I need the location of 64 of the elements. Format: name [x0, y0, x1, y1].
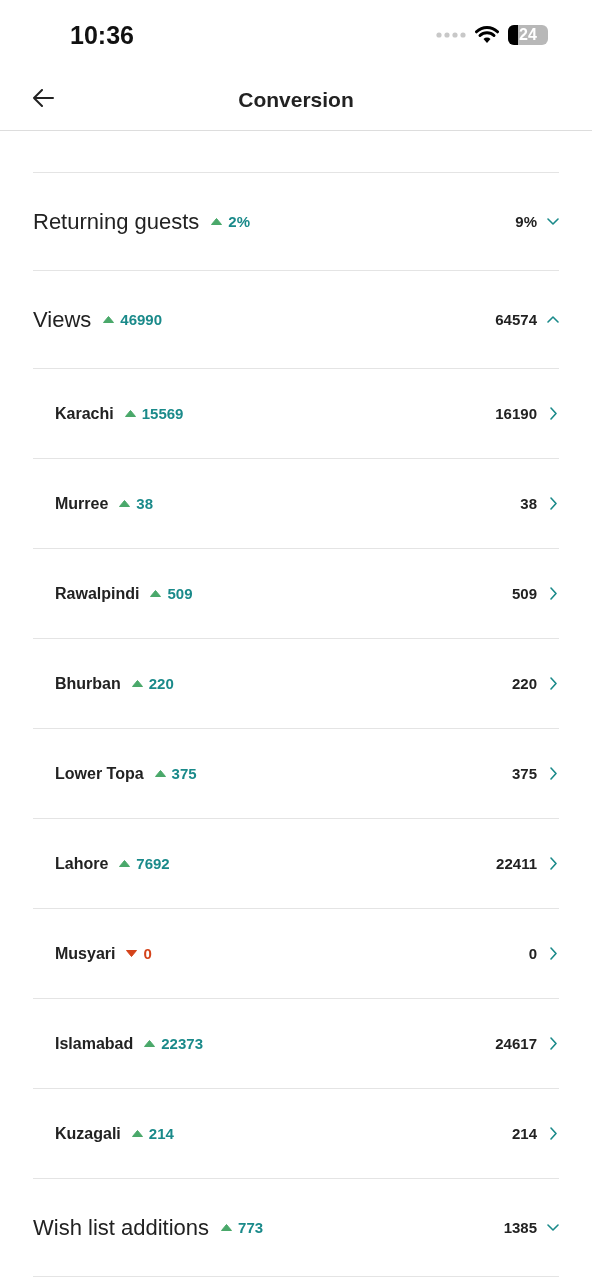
chevron-right-icon: [547, 497, 559, 510]
metric-label: Returning guests: [33, 208, 200, 235]
metric-row[interactable]: Wish list additions 773 1385: [33, 1179, 559, 1277]
city-row[interactable]: Lahore 7692 22411: [33, 819, 559, 909]
back-arrow-icon: [32, 89, 54, 107]
chevron-right-icon: [547, 947, 559, 960]
city-row[interactable]: Lower Topa 375 375: [33, 729, 559, 819]
city-name: Murree: [55, 494, 109, 513]
city-row[interactable]: Musyari 0 0: [33, 909, 559, 999]
total-value: 509: [511, 585, 537, 602]
change-value: 15569: [141, 405, 184, 422]
city-row[interactable]: Kuzagali 214 214: [33, 1089, 559, 1179]
change-value: 22373: [161, 1035, 203, 1052]
signal-icon: [436, 32, 466, 38]
chevron-right-icon: [547, 767, 559, 780]
change-value: 214: [148, 1125, 174, 1142]
city-row[interactable]: Islamabad 22373 24617: [33, 999, 559, 1089]
total-value: 38: [520, 495, 537, 512]
total-value: 22411: [496, 855, 537, 872]
total-value: 24617: [495, 1035, 537, 1052]
change-value: 46990: [120, 311, 162, 328]
city-name: Bhurban: [55, 674, 121, 693]
total-value: 16190: [495, 405, 537, 422]
change-value: 7692: [136, 855, 170, 872]
city-name: Islamabad: [55, 1034, 134, 1053]
city-name: Rawalpindi: [55, 584, 140, 603]
metric-label: Views: [33, 306, 92, 333]
change-value: 773: [238, 1219, 264, 1236]
status-time: 10:36: [70, 20, 134, 50]
metric-label: Wish list additions: [33, 1214, 210, 1241]
chevron-right-icon: [547, 1037, 559, 1050]
total-value: 0: [528, 945, 537, 962]
change-value: 375: [171, 765, 197, 782]
chevron-right-icon: [547, 677, 559, 690]
change-value: 2%: [228, 213, 250, 230]
chevron-right-icon: [547, 857, 559, 870]
city-row[interactable]: Karachi 15569 16190: [33, 369, 559, 459]
chevron-right-icon: [547, 1127, 559, 1140]
wifi-icon: [475, 26, 499, 44]
city-row[interactable]: Bhurban 220 220: [33, 639, 559, 729]
change-value: 38: [136, 495, 154, 512]
battery-icon: 24: [508, 25, 548, 45]
city-name: Karachi: [55, 404, 114, 423]
city-name: Lahore: [55, 854, 109, 873]
metric-row[interactable]: Returning guests 2% 9%: [33, 173, 559, 271]
change-value: 509: [167, 585, 193, 602]
back-button[interactable]: [30, 87, 56, 109]
city-row[interactable]: Murree 38 38: [33, 459, 559, 549]
chevron-right-icon: [547, 407, 559, 420]
city-name: Musyari: [55, 944, 116, 963]
total-value: 375: [511, 765, 537, 782]
chevron-right-icon: [547, 587, 559, 600]
city-row[interactable]: Rawalpindi 509 509: [33, 549, 559, 639]
total-value: 1385: [503, 1219, 537, 1236]
total-value: 220: [511, 675, 537, 692]
metric-row[interactable]: Views 46990 64574: [33, 271, 559, 369]
city-name: Kuzagali: [55, 1124, 121, 1143]
city-name: Lower Topa: [55, 764, 144, 783]
page-title: Conversion: [238, 88, 354, 112]
change-value: 0: [143, 945, 152, 962]
change-value: 220: [148, 675, 174, 692]
total-value: 214: [511, 1125, 537, 1142]
total-value: 9%: [515, 213, 537, 230]
total-value: 64574: [495, 311, 537, 328]
